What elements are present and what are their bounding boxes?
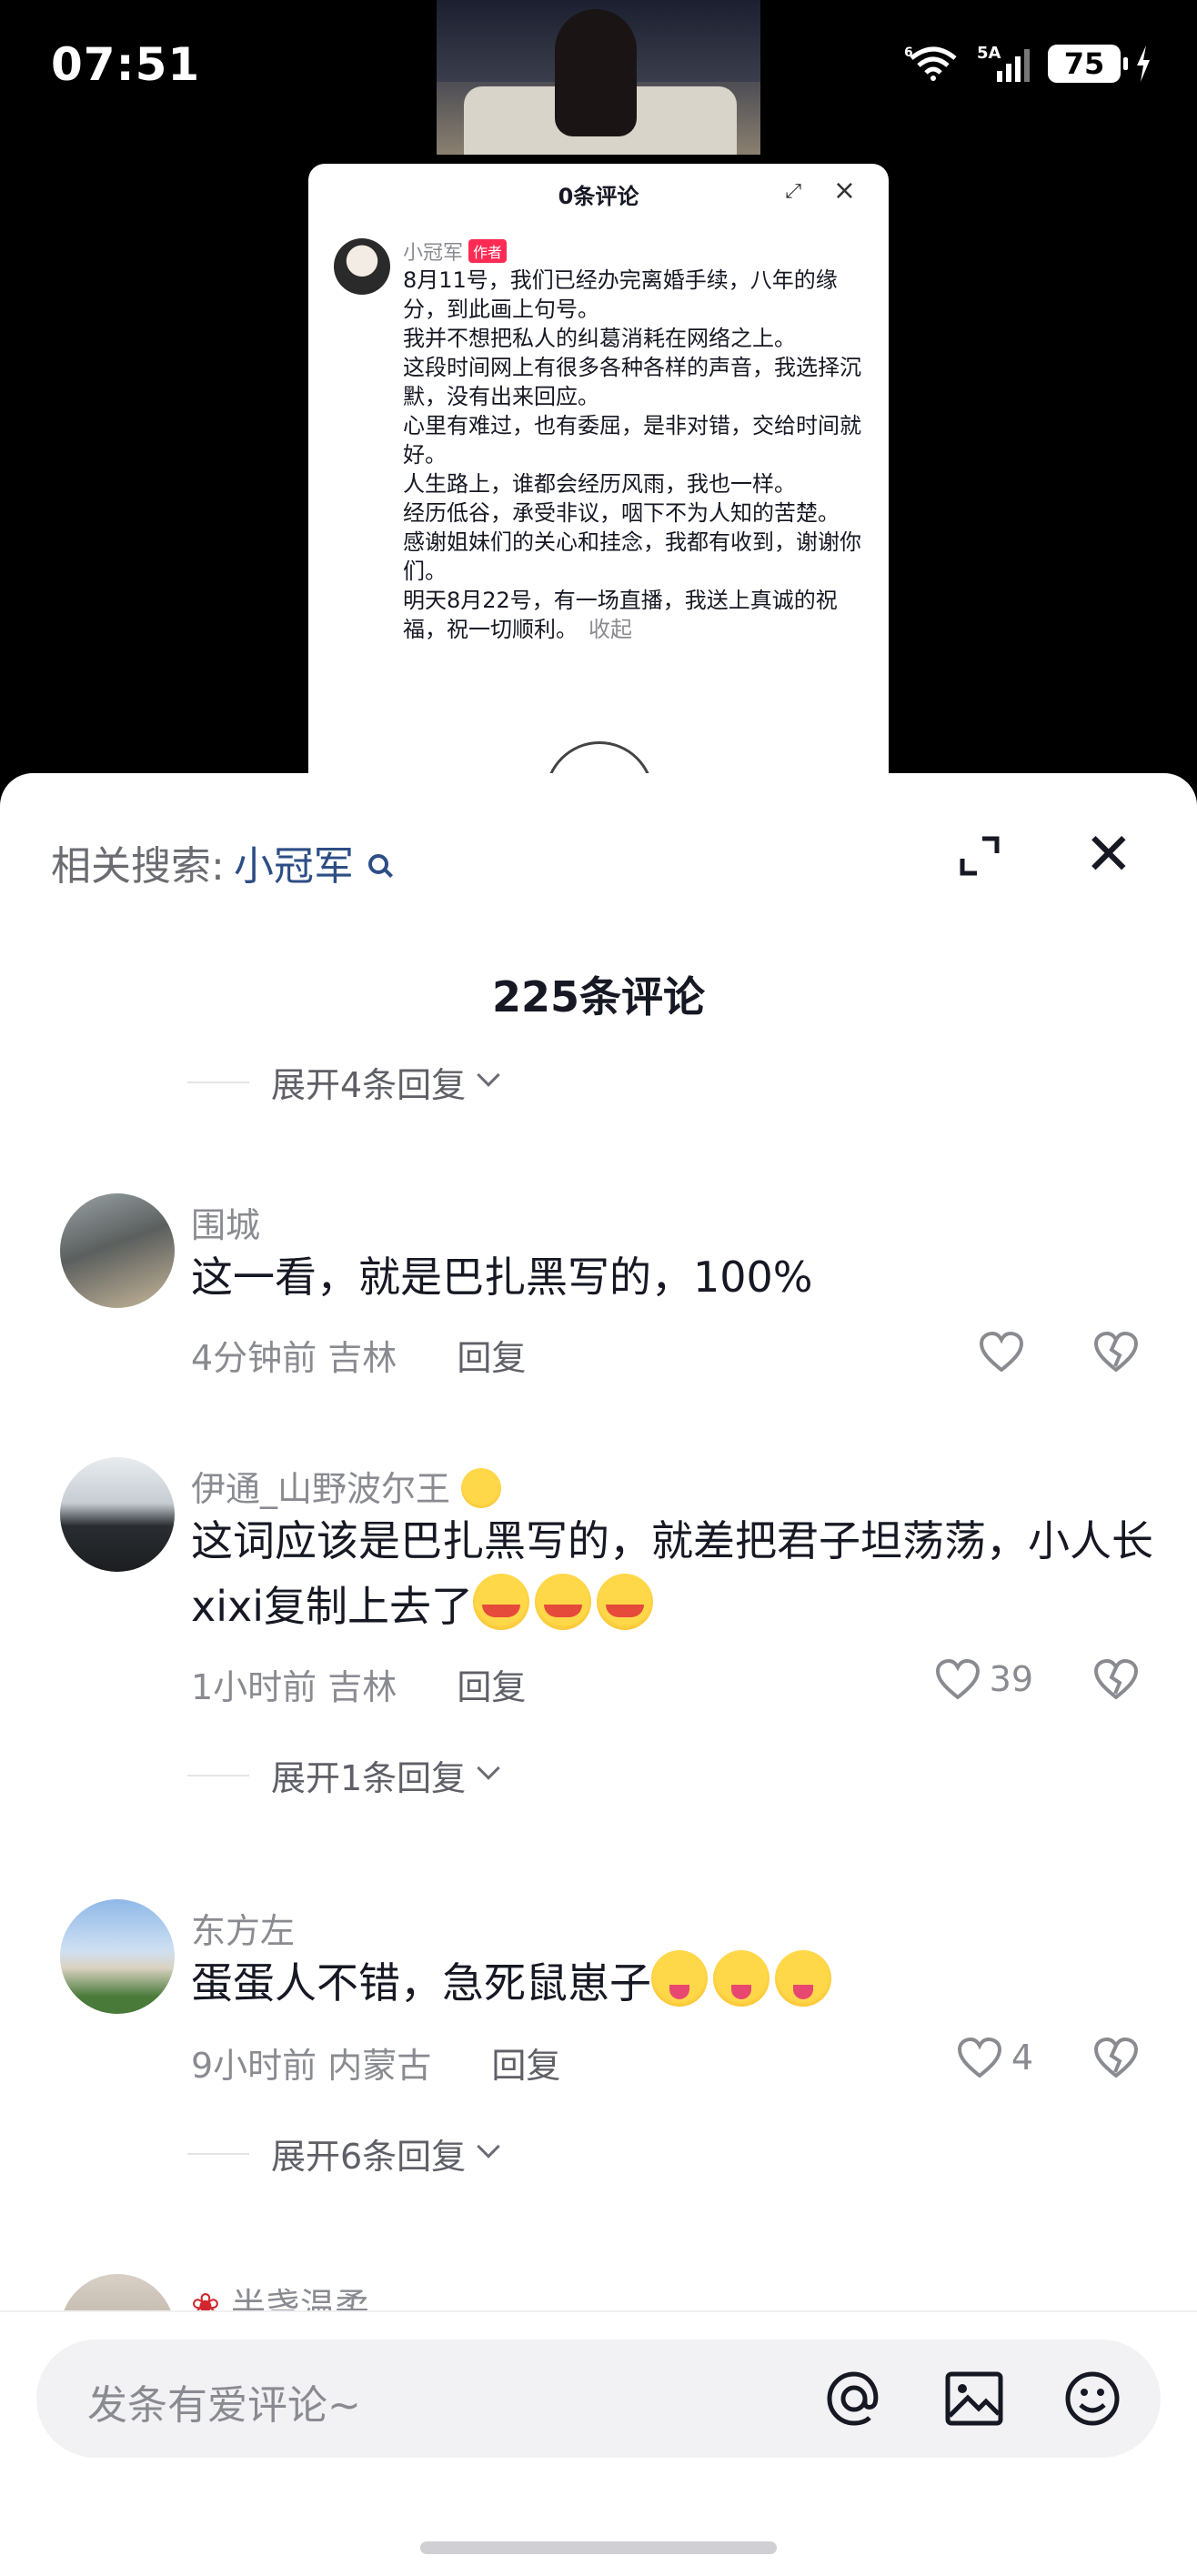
comment-meta: 4分钟前 吉林 回复 — [191, 1330, 526, 1380]
commenter-name[interactable]: 伊通_山野波尔王 — [191, 1461, 507, 1511]
divider — [187, 1081, 249, 1083]
expand-icon[interactable] — [959, 835, 1001, 877]
inner-close-icon[interactable]: × — [833, 175, 856, 206]
tongue-emoji-icon — [775, 1950, 831, 2007]
comment-location: 吉林 — [327, 1338, 397, 1378]
tongue-emoji-icon — [651, 1950, 708, 2007]
broken-heart-icon[interactable] — [1093, 1659, 1139, 1699]
comment-time: 1小时前 — [191, 1667, 317, 1707]
related-search-label: 相关搜索: — [51, 843, 225, 890]
inner-author-name-text: 小冠军 — [403, 242, 464, 265]
heart-icon — [935, 1659, 980, 1699]
home-indicator[interactable] — [420, 2541, 777, 2554]
battery-indicator: 75 — [1048, 45, 1128, 83]
expand-replies-button[interactable]: 展开6条回复 — [187, 2128, 500, 2179]
heart-icon — [957, 2038, 1001, 2078]
comment-meta: 9小时前 内蒙古 回复 — [191, 2038, 560, 2088]
avatar[interactable] — [60, 1457, 175, 1572]
image-icon[interactable] — [942, 2367, 1006, 2430]
comment-text: 这一看，就是巴扎黑写的，100% — [191, 1253, 813, 1302]
post-paragraph: 明天8月22号，有一场直播，我送上真诚的祝福，祝一切顺利。 收起 — [403, 586, 867, 644]
like-count: 4 — [1011, 2038, 1033, 2078]
svg-text:5A: 5A — [977, 44, 1001, 63]
cell-signal-icon: 5A — [977, 44, 1030, 82]
inner-expand-icon[interactable]: ⤢ — [785, 180, 801, 203]
like-button[interactable] — [979, 1332, 1033, 1372]
comment-text: 这词应该是巴扎黑写的，就差把君子坦荡荡，小人长xixi复制上去了 — [191, 1508, 1155, 1639]
reply-button[interactable]: 回复 — [491, 2046, 560, 2086]
like-button[interactable]: 39 — [935, 1659, 1033, 1699]
post-paragraph: 经历低谷，承受非议，咽下不为人知的苦楚。 — [403, 500, 840, 526]
comment-input[interactable]: 发条有爱评论~ — [36, 2340, 1161, 2458]
comment-text: 蛋蛋人不错，急死鼠崽子 — [191, 1950, 1155, 2016]
divider — [187, 1774, 249, 1776]
emoji-icon[interactable] — [1061, 2367, 1124, 2430]
author-badge: 作者 — [468, 239, 508, 263]
status-time: 07:51 — [51, 38, 201, 91]
wifi-icon: 6 — [904, 45, 957, 81]
expand-replies-label: 展开6条回复 — [271, 2137, 467, 2177]
post-paragraph: 这段时间网上有很多各种各样的声音，我选择沉默，没有出来回应。 — [403, 355, 861, 409]
comment-location: 吉林 — [327, 1667, 397, 1707]
commenter-name[interactable]: 围城 — [191, 1197, 260, 1247]
avatar[interactable] — [334, 238, 390, 295]
post-paragraph: 感谢姐妹们的关心和挂念，我都有收到，谢谢你们。 — [403, 529, 861, 584]
comment-time: 4分钟前 — [191, 1338, 317, 1378]
inner-author-name[interactable]: 小冠军 作者 — [403, 236, 508, 266]
chevron-down-icon — [477, 1756, 500, 1780]
expand-replies-label: 展开4条回复 — [271, 1065, 467, 1105]
chevron-down-icon — [477, 1062, 500, 1087]
person-figure — [555, 9, 637, 136]
comment-location: 内蒙古 — [327, 2046, 432, 2086]
crying-emoji-icon — [535, 1574, 592, 1630]
close-icon[interactable]: ✕ — [1084, 826, 1133, 884]
divider — [187, 2152, 249, 2155]
search-icon[interactable] — [367, 854, 388, 874]
cowboy-emoji-icon — [461, 1468, 502, 1508]
post-paragraph: 8月11号，我们已经办完离婚手续，八年的缘分，到此画上句号。 — [403, 267, 838, 322]
comment-input-placeholder: 发条有爱评论~ — [87, 2382, 361, 2429]
expand-replies-label: 展开1条回复 — [271, 1758, 467, 1798]
avatar[interactable] — [60, 1193, 175, 1308]
comment-time: 9小时前 — [191, 2046, 317, 2086]
collapse-link[interactable]: 收起 — [588, 617, 632, 642]
video-thumbnail[interactable] — [437, 0, 760, 155]
circle-button[interactable] — [545, 741, 654, 773]
status-icons: 6 5A 75 — [904, 44, 1152, 84]
reply-button[interactable]: 回复 — [457, 1338, 526, 1378]
post-paragraph: 心里有难过，也有委屈，是非对错，交给时间就好。 — [403, 413, 861, 468]
crying-emoji-icon — [473, 1574, 530, 1630]
inner-post-text: 8月11号，我们已经办完离婚手续，八年的缘分，到此画上句号。 我并不想把私人的纠… — [403, 266, 867, 644]
crying-emoji-icon — [597, 1574, 654, 1630]
related-search[interactable]: 相关搜索: 小冠军 — [51, 833, 388, 891]
commenter-name-text: 伊通_山野波尔王 — [191, 1469, 451, 1509]
battery-level: 75 — [1063, 46, 1105, 81]
inner-comment-count: 0条评论 — [558, 184, 639, 209]
heart-icon — [979, 1332, 1024, 1372]
comment-text-content: 这词应该是巴扎黑写的，就差把君子坦荡荡，小人长xixi复制上去了 — [191, 1516, 1153, 1631]
expand-replies-button[interactable]: 展开4条回复 — [187, 1057, 500, 1107]
comment-sheet: 相关搜索: 小冠军 ✕ 225条评论 展开4条回复 围城 这一看，就是巴扎黑写的… — [0, 773, 1197, 2576]
charging-icon — [1137, 45, 1150, 82]
comment-text-content: 蛋蛋人不错，急死鼠崽子 — [191, 1958, 651, 2007]
chevron-down-icon — [477, 2134, 500, 2158]
like-count: 39 — [989, 1659, 1033, 1699]
broken-heart-icon[interactable] — [1093, 2038, 1139, 2078]
related-search-keyword[interactable]: 小冠军 — [234, 833, 354, 891]
commenter-name[interactable]: 东方左 — [191, 1903, 295, 1953]
post-paragraph: 人生路上，谁都会经历风雨，我也一样。 — [403, 471, 796, 497]
comment-meta: 1小时前 吉林 回复 — [191, 1659, 526, 1709]
comment-count-title: 225条评论 — [491, 972, 706, 1021]
tongue-emoji-icon — [713, 1950, 770, 2007]
svg-text:6: 6 — [904, 45, 913, 60]
post-paragraph: 我并不想把私人的纠葛消耗在网络之上。 — [403, 326, 796, 351]
embedded-comment-card: 0条评论 ⤢ × 小冠军 作者 8月11号，我们已经办完离婚手续，八年的缘分，到此… — [308, 164, 889, 773]
reply-button[interactable]: 回复 — [457, 1667, 526, 1707]
broken-heart-icon[interactable] — [1093, 1332, 1139, 1372]
mention-icon[interactable] — [822, 2367, 886, 2430]
avatar[interactable] — [60, 1899, 175, 2014]
expand-replies-button[interactable]: 展开1条回复 — [187, 1750, 500, 1800]
like-button[interactable]: 4 — [957, 2038, 1033, 2078]
comment-input-area: 发条有爱评论~ — [0, 2310, 1197, 2576]
